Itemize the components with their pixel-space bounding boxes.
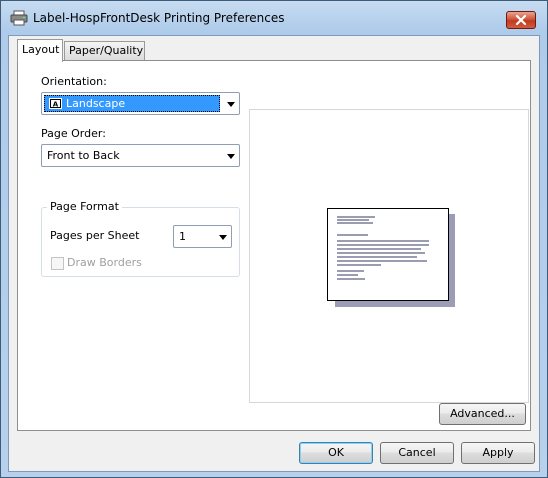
printer-icon: [10, 10, 28, 26]
chevron-down-icon: [227, 154, 235, 159]
cancel-button[interactable]: Cancel: [380, 442, 454, 464]
chevron-down-icon: [219, 235, 227, 240]
dialog-client-area: Layout Paper/Quality Orientation: A Land…: [8, 35, 540, 472]
pages-per-sheet-label: Pages per Sheet: [50, 229, 140, 242]
orientation-select[interactable]: A Landscape: [41, 92, 240, 115]
tab-paper-quality[interactable]: Paper/Quality: [64, 41, 145, 60]
page-order-value: Front to Back: [47, 149, 120, 162]
apply-button[interactable]: Apply: [461, 442, 535, 464]
layout-tab-panel: Orientation: A Landscape Page Order: Fro…: [17, 60, 531, 431]
pages-per-sheet-value: 1: [179, 230, 186, 243]
window-title: Label-HospFrontDesk Printing Preferences: [33, 11, 285, 25]
page-order-label: Page Order:: [41, 127, 106, 140]
page-order-select[interactable]: Front to Back: [41, 144, 240, 167]
layout-preview: [249, 109, 529, 403]
tab-layout-label: Layout: [22, 43, 60, 56]
printing-preferences-window: Label-HospFrontDesk Printing Preferences…: [0, 0, 548, 478]
draw-borders-label: Draw Borders: [67, 256, 142, 269]
title-bar[interactable]: Label-HospFrontDesk Printing Preferences: [1, 1, 547, 35]
pages-per-sheet-select[interactable]: 1: [173, 225, 232, 248]
close-icon: [515, 15, 527, 25]
advanced-button[interactable]: Advanced...: [439, 403, 526, 425]
close-button[interactable]: [506, 11, 536, 29]
page-format-legend: Page Format: [47, 200, 122, 213]
ok-button[interactable]: OK: [299, 442, 373, 464]
tab-layout[interactable]: Layout: [17, 39, 63, 62]
page-format-group: Page Format Pages per Sheet 1 Draw Borde…: [41, 200, 240, 277]
landscape-orientation-icon: A: [49, 98, 62, 109]
chevron-down-icon: [227, 102, 235, 107]
orientation-value: Landscape: [66, 97, 126, 110]
tab-paper-quality-label: Paper/Quality: [69, 44, 144, 57]
svg-text:A: A: [53, 101, 59, 109]
draw-borders-checkbox[interactable]: [51, 257, 64, 270]
paper-preview: [327, 208, 449, 301]
orientation-label: Orientation:: [41, 75, 107, 88]
